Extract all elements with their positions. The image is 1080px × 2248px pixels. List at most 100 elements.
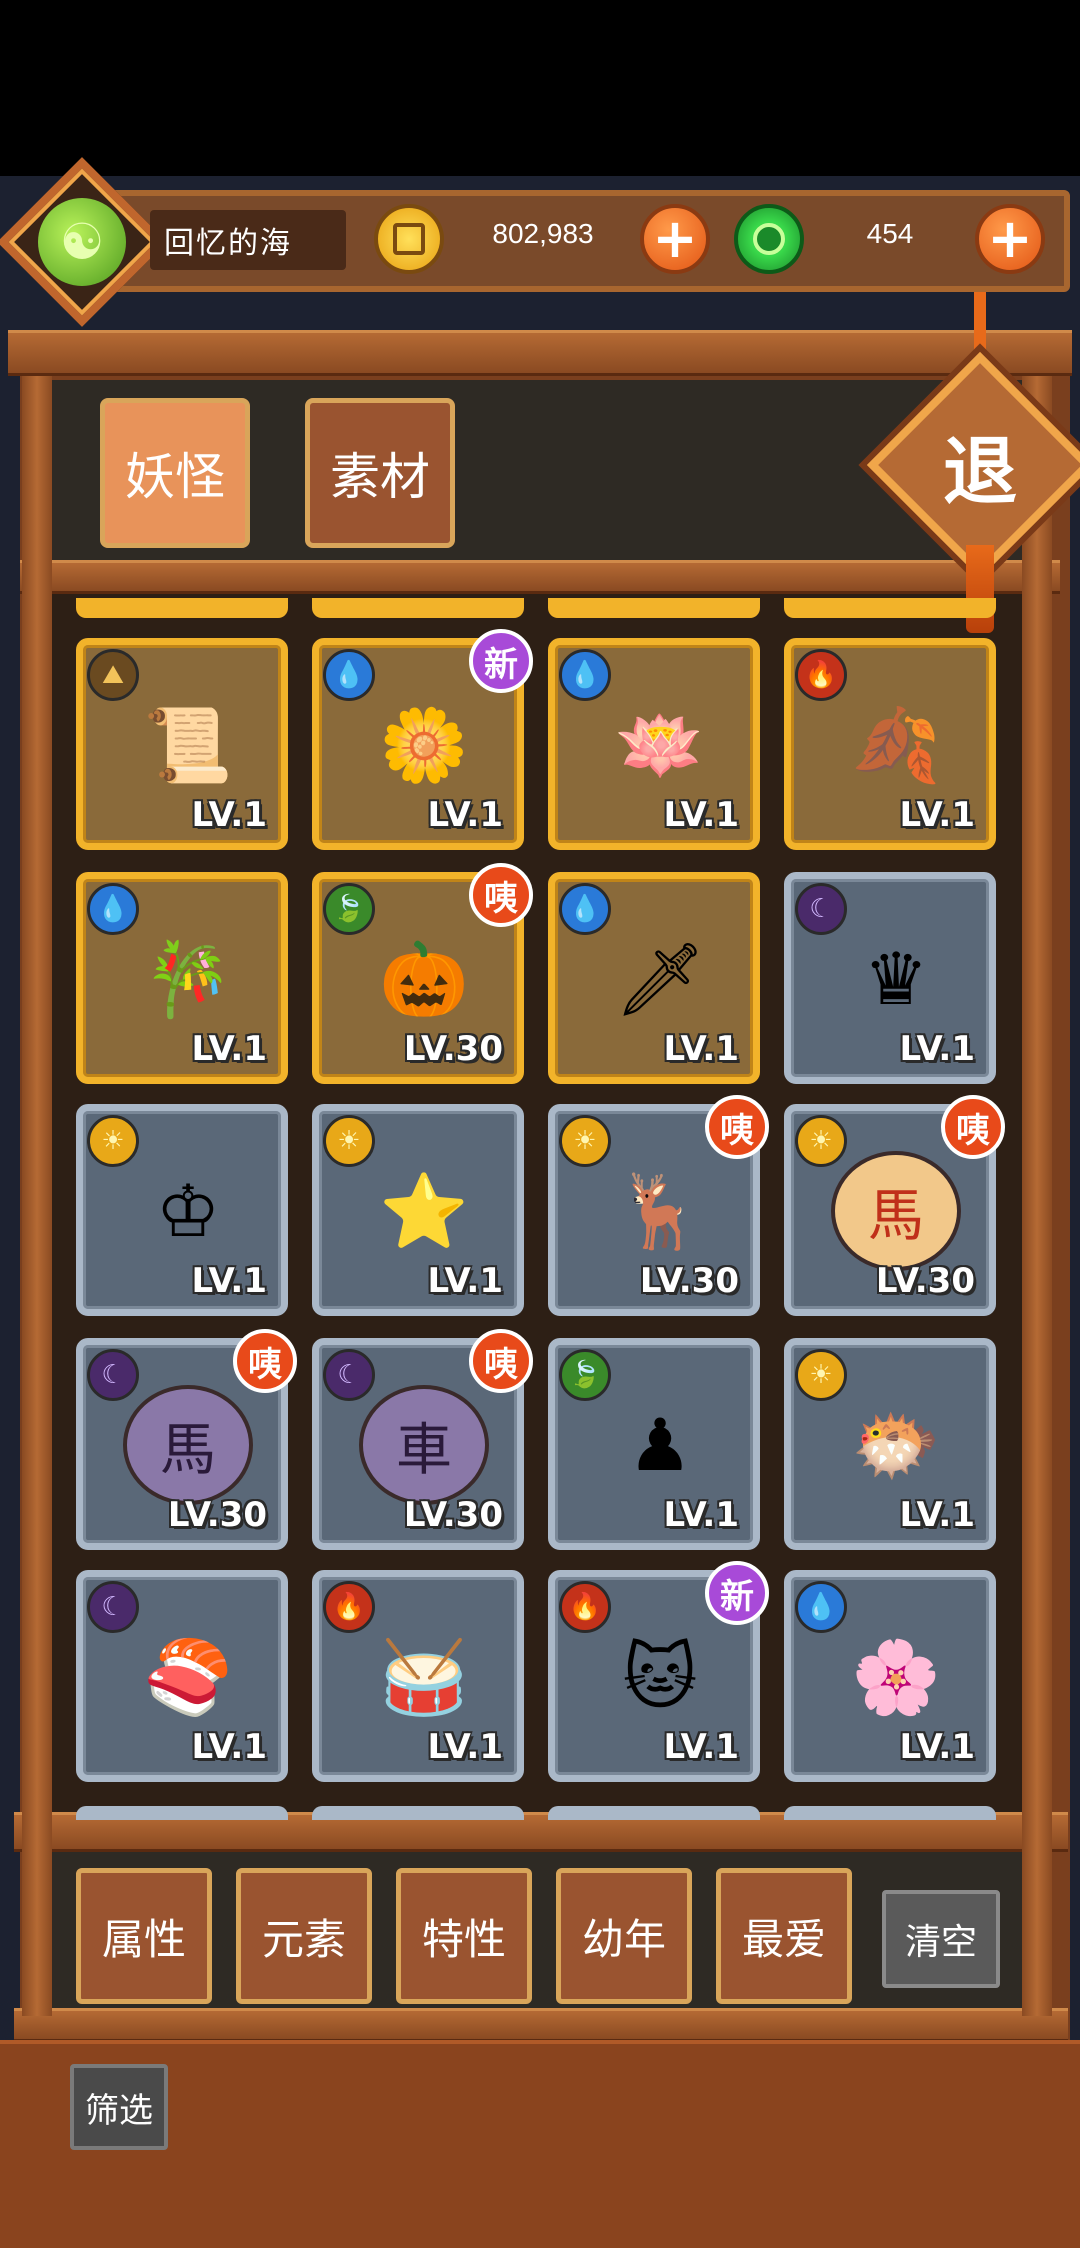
- monster-card[interactable]: 🔥 🥁 LV.1: [312, 1570, 524, 1782]
- add-gems-button[interactable]: +: [975, 204, 1045, 274]
- sushi-roll-icon: 🍣: [143, 1634, 233, 1719]
- monster-card[interactable]: 💧 🪷 LV.1: [548, 638, 760, 850]
- screen-button[interactable]: 筛选: [70, 2064, 168, 2150]
- copper-coin-icon: [374, 204, 444, 274]
- partial-card: [76, 1806, 288, 1820]
- monster-card[interactable]: 💧 🗡 LV.1: [548, 872, 760, 1084]
- scroll-spirit-icon: 📜: [143, 702, 233, 787]
- monster-card[interactable]: 🍃 ♟ LV.1: [548, 1338, 760, 1550]
- xiangqi-horse-purple-icon: 馬: [123, 1385, 253, 1505]
- level-label: LV.1: [191, 795, 268, 835]
- monster-card[interactable]: ☀ 🐡 LV.1: [784, 1338, 996, 1550]
- avatar[interactable]: ☯: [38, 198, 126, 286]
- earth-element-icon: ⛰: [87, 649, 139, 701]
- monster-card[interactable]: ☾ ♛ LV.1: [784, 872, 996, 1084]
- level-label: LV.1: [191, 1261, 268, 1301]
- filter-attribute-button[interactable]: 属性: [76, 1868, 212, 2004]
- fire-element-icon: 🔥: [795, 649, 847, 701]
- status-bar-area: [0, 0, 1080, 176]
- partial-card: [548, 598, 760, 618]
- partial-card: [312, 1806, 524, 1820]
- monster-card[interactable]: ☀ ⭐ LV.1: [312, 1104, 524, 1316]
- light-element-icon: ☀: [87, 1115, 139, 1167]
- monster-card[interactable]: 💧 🌸 LV.1: [784, 1570, 996, 1782]
- monster-card[interactable]: 🔥 🍂 LV.1: [784, 638, 996, 850]
- monster-card[interactable]: 💧 🎋 LV.1: [76, 872, 288, 1084]
- level-label: LV.1: [191, 1029, 268, 1069]
- autumn-leaf-bird-icon: 🍂: [851, 702, 941, 787]
- monster-card[interactable]: 🍃 🎃 LV.30 咦: [312, 863, 533, 1084]
- tab-monsters[interactable]: 妖怪: [100, 398, 250, 548]
- monster-card[interactable]: ☾ 🍣 LV.1: [76, 1570, 288, 1782]
- filter-young-button[interactable]: 幼年: [556, 1868, 692, 2004]
- level-label: LV.30: [167, 1495, 267, 1535]
- wood-element-icon: 🍃: [323, 883, 375, 935]
- level-label: LV.1: [899, 1029, 976, 1069]
- level-label: LV.1: [899, 795, 976, 835]
- bamboo-flute-spirit-icon: 🎋: [143, 936, 233, 1021]
- monster-card[interactable]: ⛰ 📜 LV.1: [76, 638, 288, 850]
- black-chess-queen-icon: ♛: [863, 937, 929, 1021]
- alert-badge: 咦: [469, 863, 533, 927]
- right-post: [1022, 376, 1052, 2016]
- partial-card: [76, 598, 288, 618]
- level-label: LV.1: [899, 1495, 976, 1535]
- monster-card[interactable]: ☾ 車 LV.30 咦: [312, 1329, 533, 1550]
- level-label: LV.1: [663, 795, 740, 835]
- fire-element-icon: 🔥: [559, 1581, 611, 1633]
- exit-button[interactable]: 退: [900, 385, 1060, 545]
- filter-trait-button[interactable]: 特性: [396, 1868, 532, 2004]
- left-post: [22, 376, 52, 2016]
- filter-element-button[interactable]: 元素: [236, 1868, 372, 2004]
- player-name: 回忆的海: [164, 226, 292, 261]
- partial-card: [784, 598, 996, 618]
- fire-element-icon: 🔥: [323, 1581, 375, 1633]
- level-label: LV.30: [403, 1495, 503, 1535]
- monster-card[interactable]: 🔥 🐱 LV.1 新: [548, 1561, 769, 1782]
- sword-spirit-icon: 🗡: [614, 936, 706, 1021]
- level-label: LV.1: [427, 795, 504, 835]
- level-label: LV.1: [427, 1727, 504, 1767]
- water-element-icon: 💧: [795, 1581, 847, 1633]
- partial-card: [312, 598, 524, 618]
- dark-element-icon: ☾: [87, 1349, 139, 1401]
- monster-card[interactable]: 💧 🌼 LV.1 新: [312, 629, 533, 850]
- wood-element-icon: 🍃: [559, 1349, 611, 1401]
- monster-card[interactable]: ☀ 🦌 LV.30 咦: [548, 1095, 769, 1316]
- dark-element-icon: ☾: [87, 1581, 139, 1633]
- alert-badge: 咦: [941, 1095, 1005, 1159]
- jade-gem-icon: [734, 204, 804, 274]
- filter-favorite-button[interactable]: 最爱: [716, 1868, 852, 2004]
- tab-materials[interactable]: 素材: [305, 398, 455, 548]
- bottom-beam: [14, 2008, 1068, 2042]
- new-badge: 新: [469, 629, 533, 693]
- level-label: LV.1: [427, 1261, 504, 1301]
- player-name-box: 回忆的海: [150, 210, 346, 270]
- lotus-spirit-icon: 🪷: [615, 702, 705, 787]
- partial-card: [784, 1806, 996, 1820]
- gourd-ghost-icon: 🎃: [379, 936, 469, 1021]
- dark-element-icon: ☾: [795, 883, 847, 935]
- white-chess-king-icon: ♔: [155, 1169, 221, 1253]
- level-label: LV.1: [899, 1727, 976, 1767]
- clear-button[interactable]: 清空: [882, 1890, 1000, 1988]
- light-element-icon: ☀: [795, 1115, 847, 1167]
- level-label: LV.30: [875, 1261, 975, 1301]
- level-label: LV.30: [639, 1261, 739, 1301]
- add-coins-button[interactable]: +: [640, 204, 710, 274]
- water-element-icon: 💧: [87, 883, 139, 935]
- gold-star-libra-icon: ⭐: [379, 1168, 469, 1253]
- alert-badge: 咦: [705, 1095, 769, 1159]
- white-flower-spirit-icon: 🌼: [379, 702, 469, 787]
- monster-card[interactable]: ☀ 馬 LV.30 咦: [784, 1095, 1005, 1316]
- xiangqi-chariot-purple-icon: 車: [359, 1385, 489, 1505]
- water-element-icon: 💧: [559, 649, 611, 701]
- alert-badge: 咦: [233, 1329, 297, 1393]
- dark-element-icon: ☾: [323, 1349, 375, 1401]
- deer-spirit-icon: 🦌: [615, 1168, 705, 1253]
- alert-badge: 咦: [469, 1329, 533, 1393]
- middle-beam: [20, 560, 1060, 594]
- propeller-cat-icon: 🐱: [622, 1635, 698, 1719]
- monster-card[interactable]: ☀ ♔ LV.1: [76, 1104, 288, 1316]
- monster-card[interactable]: ☾ 馬 LV.30 咦: [76, 1329, 297, 1550]
